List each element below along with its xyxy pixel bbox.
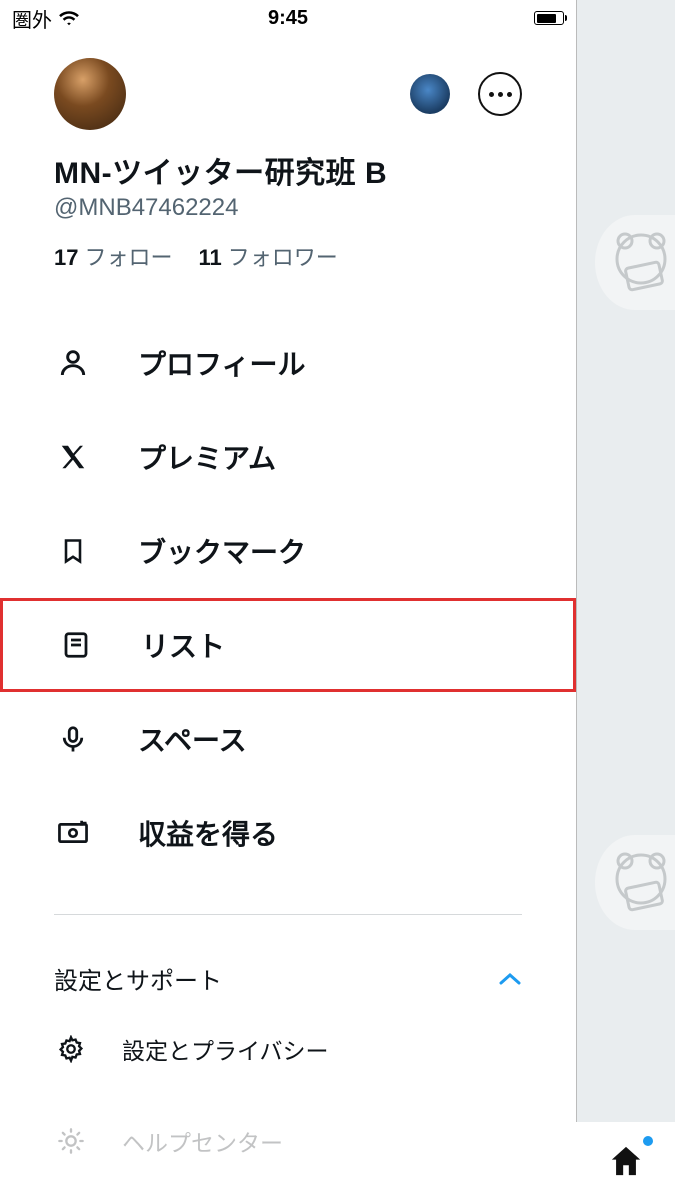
help-center[interactable]: ヘルプセンター [0, 1102, 576, 1180]
mascot-icon [595, 215, 675, 310]
notification-dot [643, 1136, 653, 1146]
background-overlay[interactable] [576, 0, 675, 1200]
list-icon [59, 628, 93, 662]
menu-bookmarks[interactable]: ブックマーク [0, 504, 576, 598]
avatar[interactable] [54, 58, 126, 130]
display-name[interactable]: MN-ツイッター研究班 B [0, 130, 576, 194]
menu-label: 収益を得る [138, 813, 278, 853]
wifi-icon [58, 9, 80, 27]
sun-icon [56, 1126, 86, 1156]
mic-icon [56, 722, 90, 756]
x-icon [56, 440, 90, 474]
main-menu: プロフィール プレミアム ブックマーク リスト [0, 316, 576, 880]
menu-lists[interactable]: リスト [0, 598, 576, 692]
home-tab[interactable] [576, 1122, 675, 1200]
support-header[interactable]: 設定とサポート [0, 961, 576, 996]
home-icon [609, 1145, 643, 1177]
mascot-icon [595, 835, 675, 930]
menu-label: ブックマーク [138, 531, 306, 571]
more-button[interactable] [478, 72, 522, 116]
person-icon [56, 346, 90, 380]
followers-link[interactable]: 11フォロワー [199, 240, 338, 272]
money-icon [56, 816, 90, 850]
chevron-up-icon [498, 972, 522, 986]
battery-icon [534, 11, 564, 25]
menu-label: プレミアム [138, 437, 276, 477]
clock: 9:45 [268, 7, 308, 30]
menu-label: プロフィール [138, 343, 305, 383]
secondary-avatar[interactable] [410, 74, 450, 114]
carrier-label: 圏外 [12, 4, 52, 33]
menu-premium[interactable]: プレミアム [0, 410, 576, 504]
ellipsis-icon [489, 92, 512, 97]
bookmark-icon [56, 534, 90, 568]
menu-label: スペース [138, 719, 247, 759]
settings-privacy[interactable]: 設定とプライバシー [0, 1010, 576, 1088]
divider [54, 914, 522, 915]
side-drawer: MN-ツイッター研究班 B @MNB47462224 17フォロー 11フォロワ… [0, 36, 576, 1200]
status-bar: 圏外 9:45 [0, 0, 576, 36]
gear-icon [56, 1034, 86, 1064]
follow-stats: 17フォロー 11フォロワー [0, 240, 576, 316]
support-title: 設定とサポート [54, 961, 222, 996]
sub-label: ヘルプセンター [122, 1124, 283, 1158]
menu-spaces[interactable]: スペース [0, 692, 576, 786]
sub-label: 設定とプライバシー [122, 1032, 329, 1066]
menu-label: リスト [141, 625, 225, 665]
following-link[interactable]: 17フォロー [54, 240, 173, 272]
menu-profile[interactable]: プロフィール [0, 316, 576, 410]
menu-monetization[interactable]: 収益を得る [0, 786, 576, 880]
handle[interactable]: @MNB47462224 [0, 194, 576, 240]
